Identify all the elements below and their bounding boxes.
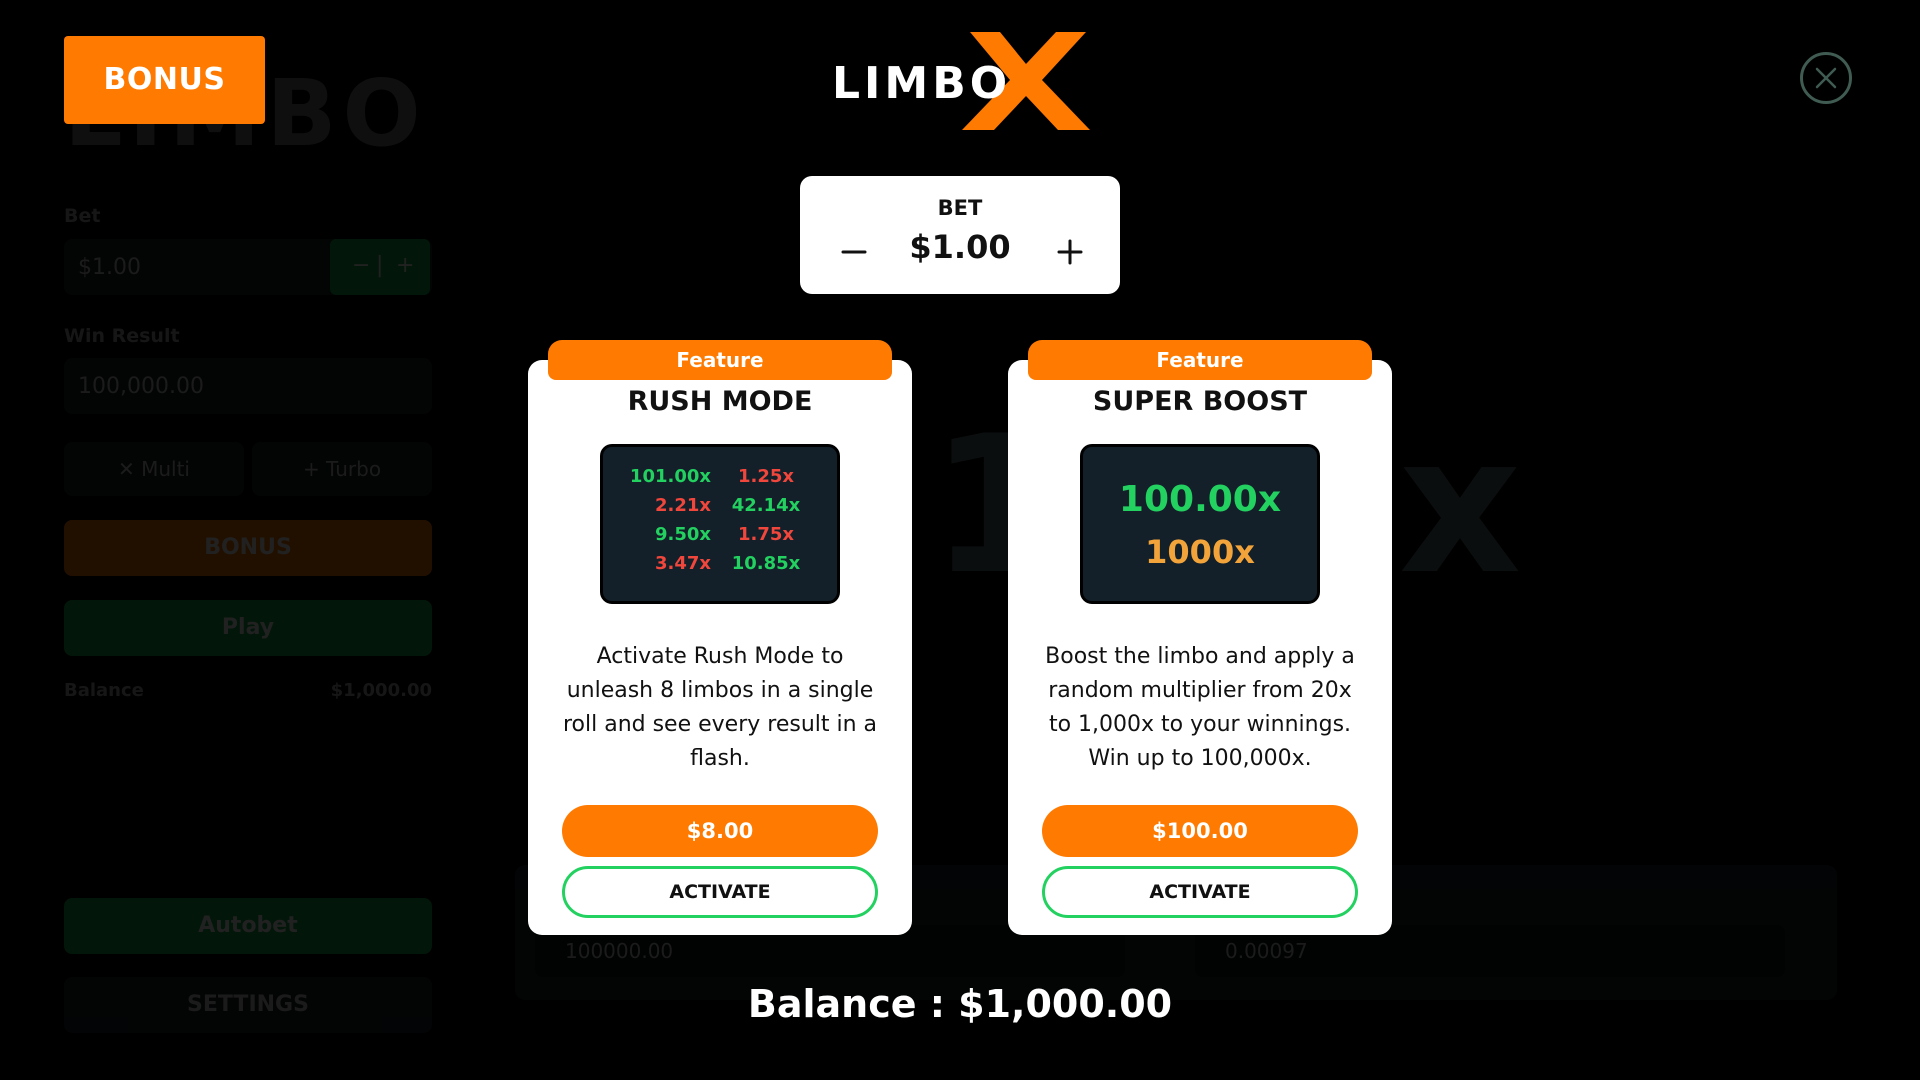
bet-selector: BET $1.00 (800, 176, 1120, 294)
multiplier-value: 1.25x (737, 466, 795, 487)
bg-input-left-text: 100000.00 (565, 939, 674, 963)
limbo-logo-graphic: LIMBO (832, 32, 1090, 130)
multiplier-value: 2.21x (654, 495, 711, 516)
multiplier-value: 1.75x (737, 524, 795, 545)
multiplier-value: 9.50x (654, 524, 711, 545)
multiplier-value: 3.47x (654, 553, 711, 574)
rush-mode-activate-button[interactable]: ACTIVATE (562, 866, 878, 918)
background-game-ui: LIMBO Bet $1.00 −|+ Win Result 100,000.0… (0, 0, 1920, 1080)
bg-bet-stepper: − | + (330, 239, 430, 295)
close-button[interactable] (1800, 52, 1852, 104)
super-boost-card: Feature SUPER BOOST 100.00x 1000x Boost … (1008, 340, 1392, 935)
multiplier-value: 10.85x (731, 553, 801, 574)
bonus-tag: BONUS (64, 36, 265, 124)
multiplier-value: 101.00x (629, 466, 711, 487)
super-boost-price-button[interactable]: $100.00 (1042, 805, 1358, 857)
limbo-logo: LIMBO (830, 30, 1090, 130)
super-boost-preview: 100.00x 1000x (1080, 444, 1320, 604)
bg-balance: Balance $1,000.00 (64, 680, 432, 701)
bg-play-button: Play (64, 600, 432, 656)
bg-bonus-button: BONUS (64, 520, 432, 576)
boost-sub-multiplier: 1000x (1145, 533, 1255, 571)
bet-increase-button[interactable] (1050, 232, 1090, 272)
rush-mode-preview: 101.00x 1.25x 2.21x 42.14x 9.50x 1.75x 3… (600, 444, 840, 604)
plus-icon (1057, 239, 1083, 265)
card-description: Boost the limbo and apply a random multi… (1045, 644, 1355, 771)
boost-main-multiplier: 100.00x (1118, 479, 1282, 520)
card-title: RUSH MODE (627, 386, 813, 417)
super-boost-activate-button[interactable]: ACTIVATE (1042, 866, 1358, 918)
bg-win-field: 100,000.00 (64, 358, 432, 414)
multiplier-value: 42.14x (731, 495, 801, 516)
feature-tab: Feature (548, 340, 892, 380)
bg-bet-value: $1.00 (78, 255, 141, 280)
rush-mode-price-button[interactable]: $8.00 (562, 805, 878, 857)
card-description: Activate Rush Mode to unleash 8 limbos i… (562, 644, 878, 771)
limbo-logo-text: LIMBO (832, 58, 1011, 109)
bg-win-label: Win Result (64, 325, 180, 347)
bg-autobet-button: Autobet (64, 898, 432, 954)
rush-multiplier-grid: 101.00x 1.25x 2.21x 42.14x 9.50x 1.75x 3… (603, 465, 837, 575)
feature-tab: Feature (1028, 340, 1372, 380)
bg-balance-value: $1,000.00 (330, 680, 432, 701)
bg-turbo-toggle: + Turbo (252, 442, 432, 496)
balance-display: Balance : $1,000.00 (747, 982, 1173, 1026)
bg-multi-toggle: ✕ Multi (64, 442, 244, 496)
close-icon (1815, 67, 1837, 89)
card-title: SUPER BOOST (1092, 386, 1308, 417)
bg-bet-label: Bet (64, 205, 101, 227)
bet-label: BET (937, 196, 983, 220)
bg-balance-label: Balance (64, 680, 144, 701)
bg-input-right-text: 0.00097 (1225, 939, 1308, 963)
bg-win-value: 100,000.00 (78, 374, 204, 399)
rush-mode-card: Feature RUSH MODE 101.00x 1.25x 2.21x 42… (528, 340, 912, 935)
